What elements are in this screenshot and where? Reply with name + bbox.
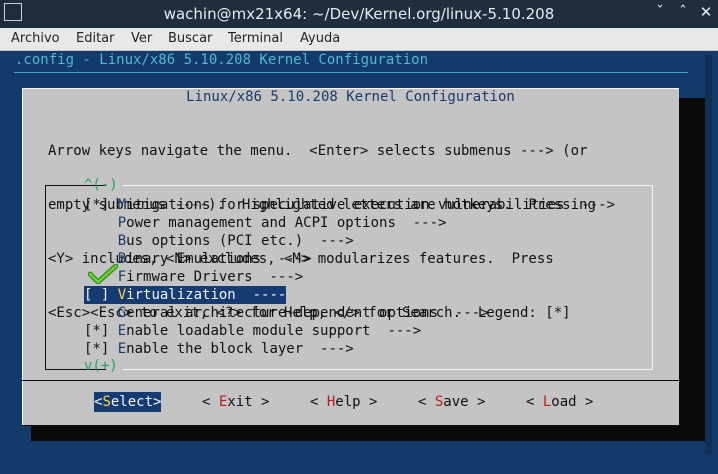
exit-button[interactable]: < Exit > bbox=[202, 392, 269, 412]
window-title: wachin@mx21x64: ~/Dev/Kernel.org/linux-5… bbox=[163, 5, 555, 23]
scroll-down-indicator[interactable]: v(+) bbox=[84, 358, 118, 374]
menubar: Archivo Editar Ver Buscar Terminal Ayuda bbox=[0, 28, 718, 51]
menu-item-binary-emulations[interactable]: Binary Emulations ---> bbox=[84, 250, 312, 268]
close-button[interactable]: ✕ bbox=[698, 4, 714, 20]
menu-box-left bbox=[45, 185, 46, 370]
load-button[interactable]: < Load > bbox=[526, 392, 593, 412]
menu-item-general-arch[interactable]: General architecture-dependent options -… bbox=[84, 304, 489, 322]
config-title: .config - Linux/x86 5.10.208 Kernel Conf… bbox=[15, 52, 429, 68]
menu-archivo[interactable]: Archivo bbox=[11, 31, 60, 46]
green-checkmark-icon bbox=[87, 263, 119, 288]
menu-item-mitigations[interactable]: [*] Mitigations for speculative executio… bbox=[84, 196, 615, 214]
window-titlebar[interactable]: wachin@mx21x64: ~/Dev/Kernel.org/linux-5… bbox=[0, 0, 718, 28]
scroll-up-indicator[interactable]: ^(-) bbox=[84, 177, 118, 193]
select-button[interactable]: <Select> bbox=[94, 392, 162, 412]
menu-item-virtualization[interactable]: [ ] Virtualization ---- bbox=[84, 286, 287, 304]
menu-item-loadable-modules[interactable]: [*] Enable loadable module support ---> bbox=[84, 322, 421, 340]
config-underline bbox=[14, 72, 688, 73]
menu-ver[interactable]: Ver bbox=[131, 31, 152, 46]
menu-ayuda[interactable]: Ayuda bbox=[300, 31, 340, 46]
save-button[interactable]: < Save > bbox=[418, 392, 485, 412]
menu-item-block-layer[interactable]: [*] Enable the block layer ---> bbox=[84, 340, 354, 358]
dialog-title: Linux/x86 5.10.208 Kernel Configuration bbox=[186, 89, 515, 105]
menu-item-bus-options[interactable]: Bus options (PCI etc.) ---> bbox=[84, 232, 354, 250]
dialog-border-left bbox=[22, 88, 23, 426]
button-separator bbox=[22, 380, 679, 381]
menu-box-top-right bbox=[123, 185, 653, 186]
help-line: Arrow keys navigate the menu. <Enter> se… bbox=[48, 143, 588, 159]
menu-box-right bbox=[652, 185, 653, 370]
menu-item-power-management[interactable]: Power management and ACPI options ---> bbox=[84, 214, 447, 232]
help-button[interactable]: < Help > bbox=[310, 392, 377, 412]
menu-box-bottom-right bbox=[123, 369, 653, 370]
minimize-button[interactable]: ˇ bbox=[652, 4, 668, 20]
menu-terminal[interactable]: Terminal bbox=[228, 31, 283, 46]
menu-buscar[interactable]: Buscar bbox=[168, 31, 212, 46]
kernel-config-dialog: Linux/x86 5.10.208 Kernel Configuration … bbox=[22, 88, 679, 426]
dialog-border-bottom bbox=[22, 425, 679, 426]
terminal-scrollbar[interactable] bbox=[705, 55, 712, 455]
menu-editar[interactable]: Editar bbox=[76, 31, 115, 46]
button-row: <Select> < Exit > < Help > < Save > < Lo… bbox=[22, 392, 679, 412]
maximize-button[interactable]: ˆ bbox=[675, 4, 691, 20]
